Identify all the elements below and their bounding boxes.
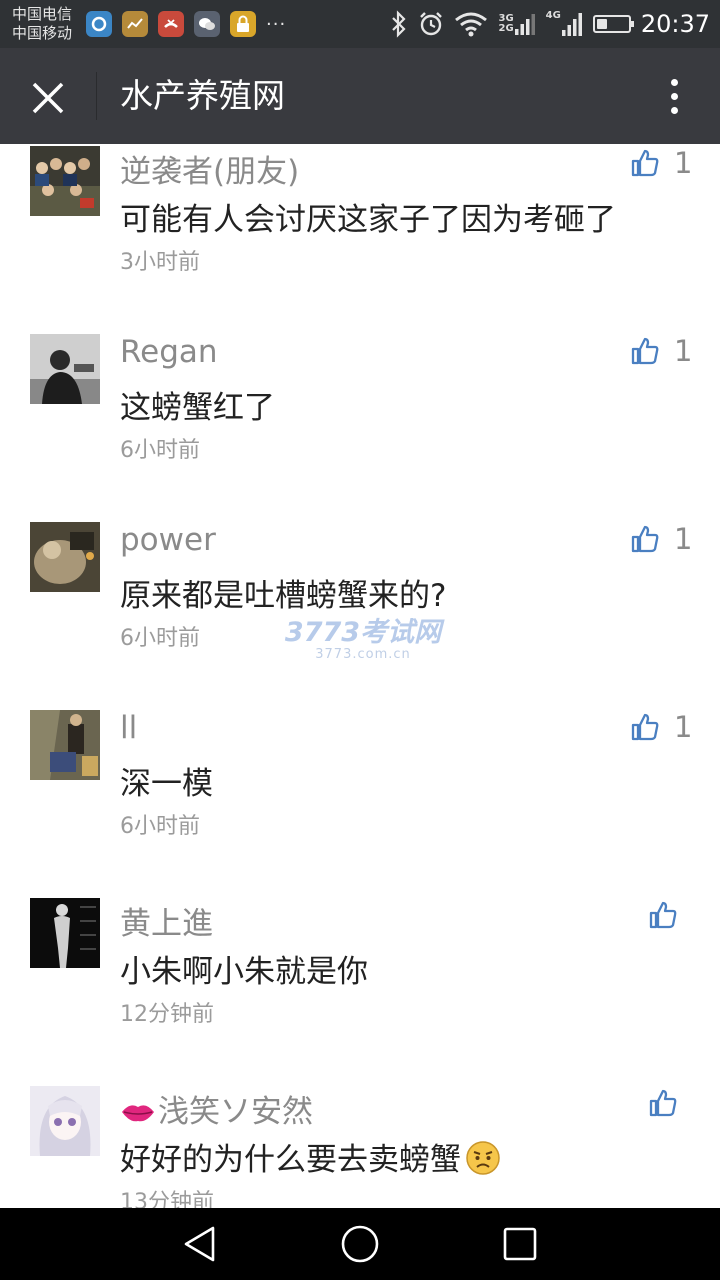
avatar[interactable] (30, 522, 100, 592)
comment-text: 深一模 (120, 766, 213, 802)
wifi-icon (454, 11, 488, 37)
comment-item: 浅笑ソ安然 好好的为什么要去卖螃蟹 13分钟前 (0, 1072, 720, 1208)
menu-dot-icon (670, 78, 678, 86)
thumbs-up-icon (631, 337, 659, 365)
signal-4g-icon: 4G (546, 11, 583, 37)
like-button[interactable]: 1 (630, 146, 692, 180)
comment-text: 可能有人会讨厌这家子了因为考砸了 (120, 202, 616, 238)
watermark-main: 3773考试网 (284, 617, 442, 648)
page-title: 水产养殖网 (120, 76, 285, 115)
comment-time: 6小时前 (120, 438, 200, 463)
avatar[interactable] (30, 334, 100, 404)
thumbs-up-icon (631, 149, 659, 177)
bluetooth-icon (390, 10, 408, 38)
comment-time: 6小时前 (120, 626, 200, 651)
lock-notification-icon (230, 11, 256, 37)
like-count: 1 (674, 146, 693, 180)
avatar[interactable] (30, 710, 100, 780)
thumbs-up-icon (631, 525, 659, 553)
like-count: 1 (674, 334, 693, 368)
comment-time: 6小时前 (120, 814, 200, 839)
comment-text: 好好的为什么要去卖螃蟹 (120, 1134, 501, 1179)
comment-text: 这螃蟹红了 (120, 390, 275, 426)
like-count: 1 (674, 710, 693, 744)
close-button[interactable] (22, 72, 74, 124)
avatar[interactable] (30, 146, 100, 216)
like-button[interactable] (648, 900, 678, 930)
carrier-1: 中国电信 (12, 5, 73, 23)
back-button[interactable] (180, 1224, 220, 1264)
signal-3g-icon: 3G 2G (498, 12, 535, 36)
like-button[interactable]: 1 (630, 710, 692, 744)
thumbs-up-icon (649, 1089, 677, 1117)
system-navigation-bar (0, 1208, 720, 1280)
battery-icon (592, 15, 634, 33)
chart-notification-icon (122, 11, 148, 37)
comment-author[interactable]: 浅笑ソ安然 (120, 1086, 313, 1131)
status-clock: 20:37 (640, 10, 710, 38)
comment-author[interactable]: ll (120, 710, 137, 746)
comment-item: 逆袭者(朋友) 可能有人会讨厌这家子了因为考砸了 3小时前 1 (0, 144, 720, 320)
comment-list[interactable]: 逆袭者(朋友) 可能有人会讨厌这家子了因为考砸了 3小时前 1 Regan 这螃… (0, 144, 720, 1208)
comment-item: ll 深一模 6小时前 1 (0, 696, 720, 884)
comment-time: 12分钟前 (120, 1002, 214, 1027)
browser-notification-icon (86, 11, 112, 37)
home-button[interactable] (340, 1224, 380, 1264)
alarm-icon (418, 11, 444, 37)
more-menu-button[interactable] (652, 72, 696, 120)
thumbs-up-icon (649, 901, 677, 929)
status-bar: 中国电信 中国移动 ··· 3G 2G 4G 20:37 (0, 0, 720, 48)
comment-text: 原来都是吐槽螃蟹来的? (120, 578, 447, 614)
comment-author[interactable]: Regan (120, 334, 258, 370)
close-icon (32, 82, 64, 114)
notification-icons: ··· (86, 11, 286, 37)
like-button[interactable] (648, 1088, 678, 1118)
disappointed-emoji-icon (466, 1141, 500, 1175)
like-button[interactable]: 1 (630, 522, 692, 556)
system-icons: 3G 2G 4G 20:37 (380, 8, 710, 40)
home-circle-icon (341, 1225, 379, 1263)
navigation-bar: 水产养殖网 (0, 48, 720, 144)
back-triangle-icon (184, 1226, 215, 1262)
comment-text: 小朱啊小朱就是你 (120, 954, 368, 990)
watermark-sub: 3773.com.cn (315, 647, 411, 662)
avatar[interactable] (30, 1086, 100, 1156)
more-notifications-icon: ··· (266, 13, 287, 35)
comment-item: Regan 这螃蟹红了 6小时前 1 (0, 320, 720, 508)
like-count: 1 (674, 522, 693, 556)
recents-square-icon (503, 1227, 537, 1261)
comment-time: 3小时前 (120, 250, 200, 275)
avatar[interactable] (30, 898, 100, 968)
wechat-notification-icon (194, 11, 220, 37)
comment-author[interactable]: 黄上進 (120, 898, 213, 943)
comment-author[interactable]: power (120, 522, 216, 558)
comment-time: 13分钟前 (120, 1190, 214, 1208)
recents-button[interactable] (500, 1224, 540, 1264)
nav-divider (96, 72, 97, 120)
comment-item: 黄上進 小朱啊小朱就是你 12分钟前 (0, 884, 720, 1072)
thumbs-up-icon (631, 713, 659, 741)
like-button[interactable]: 1 (630, 334, 692, 368)
comment-author[interactable]: 逆袭者(朋友) (120, 146, 299, 191)
watermark: 3773考试网 3773.com.cn (283, 618, 443, 668)
carrier-2: 中国移动 (12, 24, 73, 42)
missed-call-notification-icon (158, 11, 184, 37)
carrier-info: 中国电信 中国移动 (12, 5, 72, 43)
lips-emoji-icon (122, 1105, 154, 1122)
